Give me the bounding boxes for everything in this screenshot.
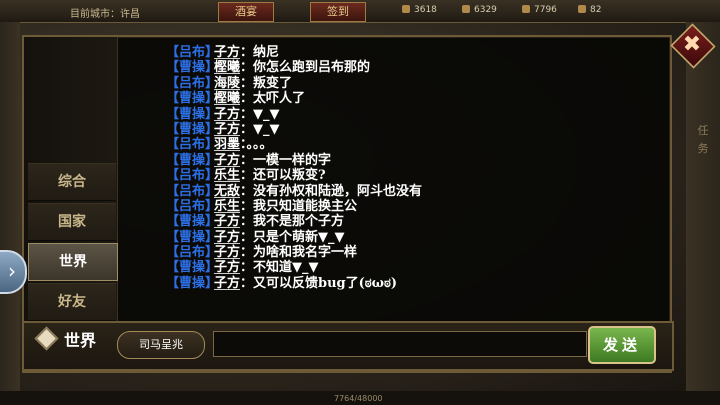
message-text: ：叛变了 [240,75,293,91]
chat-message: 【曹操】子方：只是个萌新▼_▼ [166,230,646,245]
message-text: ：纳尼 [240,45,280,60]
faction-tag: 【曹操】 [166,229,219,245]
chat-message: 【曹操】子方：一模一样的字 [166,153,646,168]
faction-tag: 【吕布】 [166,245,219,261]
wood-icon [522,5,530,13]
banquet-tab[interactable]: 酒宴 [218,2,274,22]
left-scene-strip [0,22,20,405]
faction-tag: 【曹操】 [166,260,219,276]
message-text: ：我只知道能换主公 [240,198,358,214]
faction-tag: 【曹操】 [166,214,219,230]
checkin-tab[interactable]: 签到 [310,2,366,22]
message-text: ：你怎么跑到吕布那的 [240,60,371,76]
food-icon [462,5,470,13]
faction-tag: 【吕布】 [166,168,219,184]
chat-message: 【曹操】子方：我不是那个子方 [166,214,646,229]
faction-tag: 【吕布】 [166,45,219,60]
sender-name[interactable]: 乐生 [214,199,240,214]
chat-message: 【吕布】羽墨：。。。 [166,137,646,152]
current-city: 目前城市：许昌 [70,9,140,20]
exp-progress: 7764/48000 [334,394,383,403]
tab-general[interactable]: 综合 [28,163,116,201]
tab-friends[interactable]: 好友 [28,283,116,321]
sender-name[interactable]: 子方 [214,107,240,122]
message-text: ：不知道▼_▼ [240,260,319,276]
sender-name[interactable]: 子方 [214,245,240,260]
message-text: ：。。。 [240,137,273,153]
message-list: 【吕布】子方：纳尼 【曹操】樫曦：你怎么跑到吕布那的 【吕布】海陵：叛变了 【曹操】樫… [166,45,646,291]
chat-message: 【吕布】子方：纳尼 [166,45,646,60]
sender-name[interactable]: 海陵 [214,76,240,91]
faction-tag: 【曹操】 [166,121,219,137]
faction-tag: 【曹操】 [166,106,219,122]
send-button[interactable]: 发送 [588,326,656,364]
sender-name[interactable]: 樫曦 [214,60,240,75]
message-text: ：一模一样的字 [240,152,332,168]
message-text: ：▼_▼ [240,106,280,122]
message-text: ：又可以反馈bug了(ಠωಠ) [240,275,398,291]
message-text: ：▼_▼ [240,121,280,137]
world-channel-icon [34,326,59,351]
faction-tag: 【曹操】 [166,275,219,291]
sender-name[interactable]: 子方 [214,153,240,168]
resource-3: 7796 [522,5,557,15]
chat-message: 【吕布】无敌：没有孙权和陆逊，阿斗也没有 [166,184,646,199]
chat-message: 【吕布】子方：为啥和我名字一样 [166,245,646,260]
chat-message: 【曹操】樫曦：你怎么跑到吕布那的 [166,60,646,75]
sender-name[interactable]: 羽墨 [214,137,240,152]
resource-1: 3618 [402,5,437,15]
resource-4: 82 [578,5,601,15]
chat-message: 【吕布】海陵：叛变了 [166,76,646,91]
sender-name[interactable]: 子方 [214,214,240,229]
message-text: ：太吓人了 [240,91,306,107]
faction-tag: 【吕布】 [166,183,219,199]
message-text: ：只是个萌新▼_▼ [240,229,345,245]
chat-message: 【曹操】子方：▼_▼ [166,122,646,137]
current-channel: 世界 [34,326,110,356]
sender-name[interactable]: 无敌 [214,184,240,199]
sender-name[interactable]: 乐生 [214,168,240,183]
chevron-right-icon: › [8,259,16,283]
chat-message: 【曹操】子方：又可以反馈bug了(ಠωಠ) [166,276,646,291]
sender-name[interactable]: 樫曦 [214,91,240,106]
chat-message: 【曹操】子方：不知道▼_▼ [166,260,646,275]
gem-icon [578,5,586,13]
resource-2: 6329 [462,5,497,15]
right-scene-strip: 任 务 [686,22,720,405]
sender-name[interactable]: 子方 [214,230,240,245]
sender-name[interactable]: 子方 [214,260,240,275]
message-text: ：还可以叛变? [240,168,326,184]
message-text: ：为啥和我名字一样 [240,245,358,261]
target-name-button[interactable]: 司马呈兆 [117,331,205,359]
tab-world[interactable]: 世界 [28,243,118,281]
faction-tag: 【吕布】 [166,137,219,153]
faction-tag: 【曹操】 [166,91,219,107]
tab-country[interactable]: 国家 [28,203,116,241]
chat-message: 【曹操】樫曦：太吓人了 [166,91,646,106]
chat-message: 【曹操】子方：▼_▼ [166,107,646,122]
sender-name[interactable]: 子方 [214,122,240,137]
message-text: ：没有孙权和陆逊，阿斗也没有 [240,183,423,199]
faction-tag: 【曹操】 [166,60,219,76]
message-text: ：我不是那个子方 [240,214,345,230]
faction-tag: 【吕布】 [166,75,219,91]
bottom-bar: 7764/48000 [0,391,720,405]
coin-icon [402,5,410,13]
close-icon[interactable]: ✖ [672,26,712,64]
sender-name[interactable]: 子方 [214,276,240,291]
chat-message: 【吕布】乐生：还可以叛变? [166,168,646,183]
top-bar: 目前城市：许昌 酒宴 签到 3618 6329 7796 82 [0,0,720,23]
message-input[interactable] [213,331,587,357]
faction-tag: 【曹操】 [166,152,219,168]
faction-tag: 【吕布】 [166,198,219,214]
sender-name[interactable]: 子方 [214,45,240,60]
chat-message: 【吕布】乐生：我只知道能换主公 [166,199,646,214]
